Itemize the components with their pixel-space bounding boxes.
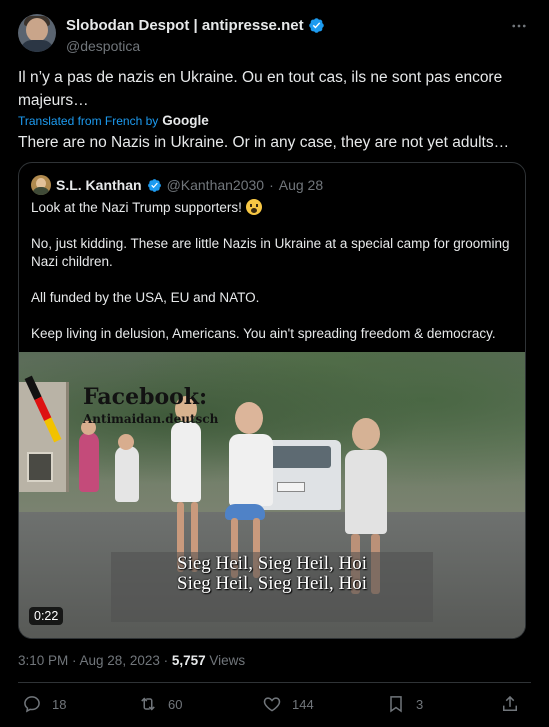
tweet-header: Slobodan Despot | antipresse.net @despot… [18,14,531,58]
quoted-paragraph: Keep living in delusion, Americans. You … [31,326,496,341]
video-player[interactable]: Facebook: Antimaidan.deutsch Sieg Heil, … [19,352,525,638]
video-house [19,382,69,492]
caption-line: Sieg Heil, Sieg Heil, Hoi [177,573,367,594]
quoted-separator: · [269,177,274,193]
verified-badge-icon [147,178,161,192]
tweet-timestamp[interactable]: 3:10 PM · Aug 28, 2023 · [18,653,172,668]
views-label: Views [205,653,246,668]
action-bar: 18 60 144 3 [18,694,531,718]
video-child [229,434,273,506]
quoted-paragraph: Look at the Nazi Trump supporters! [31,200,242,215]
quoted-paragraph: No, just kidding. These are little Nazis… [31,236,510,269]
reply-count: 18 [52,696,67,712]
video-child [79,432,99,492]
reply-icon [24,696,40,713]
share-icon [503,695,517,711]
video-child [352,418,380,450]
reply-button[interactable]: 18 [22,694,66,714]
video-child [115,446,139,502]
caption-line: Sieg Heil, Sieg Heil, Hoi [177,553,367,574]
translation-provider: Google [162,113,209,128]
translated-notice[interactable]: Translated from French by Google [18,113,209,128]
verified-badge-icon[interactable] [308,17,325,34]
like-count: 144 [292,696,314,712]
quoted-date: Aug 28 [278,177,324,193]
quoted-handle: @Kanthan2030 [166,177,265,193]
tweet-container: Slobodan Despot | antipresse.net @despot… [0,0,549,727]
video-child [345,450,387,534]
author-handle[interactable]: @despotica [66,38,325,54]
author-display-name[interactable]: Slobodan Despot | antipresse.net [66,17,304,34]
quoted-header: S.L. Kanthan @Kanthan2030 · Aug 28 [31,175,323,195]
video-watermark-sub: Antimaidan.deutsch [83,412,219,426]
video-watermark-title: Facebook: [83,384,208,410]
tweet-translation: There are no Nazis in Ukraine. Or in any… [18,134,510,151]
video-duration: 0:22 [29,607,64,625]
video-child [171,422,201,502]
author-avatar[interactable] [18,14,56,52]
quoted-paragraph: All funded by the USA, EU and NATO. [31,290,260,305]
translated-label: Translated from French by [18,113,159,128]
repost-count: 60 [168,696,183,712]
quoted-avatar[interactable] [31,175,51,195]
quoted-display-name[interactable]: S.L. Kanthan [56,177,142,193]
like-button[interactable]: 144 [262,694,314,714]
quoted-tweet[interactable]: S.L. Kanthan @Kanthan2030 · Aug 28 Look … [18,162,526,639]
repost-icon [141,697,155,711]
views-count: 5,757 [171,653,206,668]
share-button[interactable] [500,694,520,714]
bookmark-button[interactable]: 3 [386,694,423,714]
author-names: Slobodan Despot | antipresse.net @despot… [66,14,325,58]
tweet-meta: 3:10 PM · Aug 28, 2023 · 5,757 Views [18,653,245,668]
like-icon [263,697,281,712]
scream-emoji [245,199,262,215]
video-child [118,434,134,450]
video-child [225,504,265,520]
more-icon[interactable] [507,16,531,36]
video-child [235,402,263,434]
tweet-text: Il n’y a pas de nazis en Ukraine. Ou en … [18,69,503,109]
quoted-body: Look at the Nazi Trump supporters! No, j… [31,199,515,361]
video-caption: Sieg Heil, Sieg Heil, Hoi Sieg Heil, Sie… [111,554,433,594]
bookmark-count: 3 [416,696,424,712]
divider [18,682,531,683]
bookmark-icon [390,696,402,713]
repost-button[interactable]: 60 [138,694,182,714]
